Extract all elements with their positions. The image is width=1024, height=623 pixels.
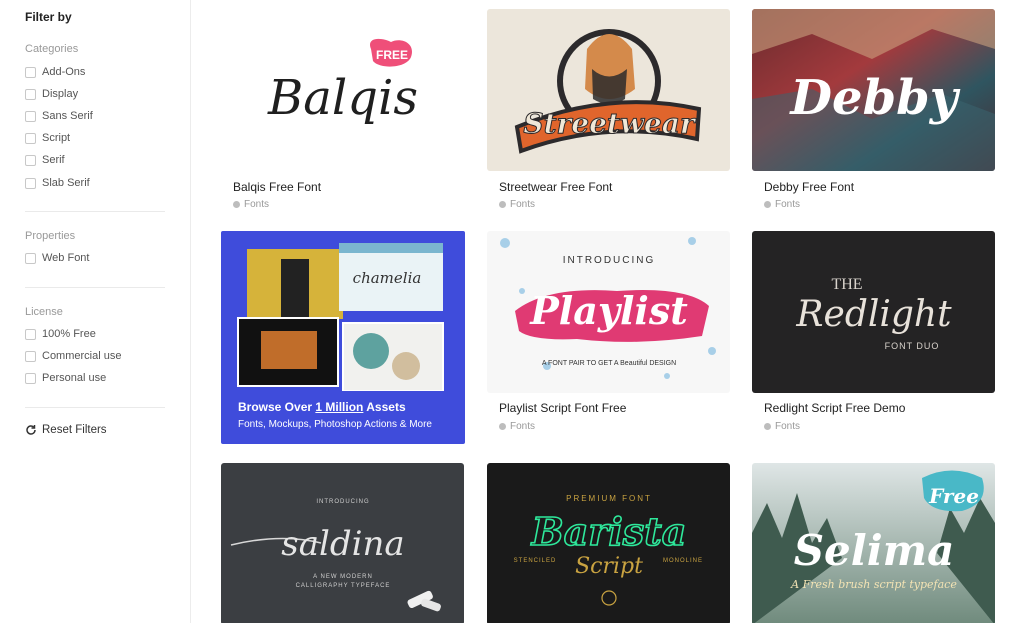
card-category[interactable]: Fonts: [233, 199, 269, 210]
card-art-text: Balqis: [267, 70, 418, 126]
card-thumbnail[interactable]: Debby: [752, 9, 995, 171]
checkbox[interactable]: [25, 110, 36, 122]
card-title[interactable]: Redlight Script Free Demo: [764, 401, 905, 415]
checkbox[interactable]: [25, 328, 36, 340]
font-card-redlight[interactable]: THE Redlight FONT DUO Redlight Script Fr…: [752, 231, 995, 432]
card-title[interactable]: Balqis Free Font: [233, 180, 321, 194]
promo-thumb-text: chamelia: [353, 269, 422, 287]
card-art-text: Barista: [531, 509, 687, 554]
filter-add-ons[interactable]: Add-Ons: [25, 65, 85, 79]
card-title[interactable]: Playlist Script Font Free: [499, 401, 626, 415]
divider: [25, 287, 165, 288]
checkbox[interactable]: [25, 66, 36, 78]
card-category[interactable]: Fonts: [764, 199, 800, 210]
card-art-bottom: A NEW MODERN: [313, 574, 373, 580]
category-dot-icon: [764, 201, 771, 208]
card-thumbnail[interactable]: INTRODUCING saldina A NEW MODERN CALLIGR…: [221, 463, 464, 623]
promo-banner[interactable]: chamelia Browse Over 1 Million Assets Fo…: [221, 231, 465, 444]
card-art-text: saldina: [281, 524, 404, 564]
checkbox[interactable]: [25, 88, 36, 100]
properties-heading: Properties: [25, 230, 76, 242]
filter-web-font[interactable]: Web Font: [25, 251, 90, 265]
font-card-barista[interactable]: PREMIUM FONT Barista STENCILED Script MO…: [487, 463, 730, 623]
promo-heading: Browse Over 1 Million Assets: [238, 400, 406, 414]
card-thumbnail[interactable]: PREMIUM FONT Barista STENCILED Script MO…: [487, 463, 730, 623]
card-thumbnail[interactable]: Streetwear: [487, 9, 730, 171]
card-art-bottom2: CALLIGRAPHY TYPEFACE: [296, 583, 391, 589]
category-dot-icon: [499, 201, 506, 208]
card-art-bottom: A FONT PAIR TO GET A Beautiful DESIGN: [542, 360, 676, 367]
card-art-text: Selima: [794, 526, 955, 575]
card-art-top: INTRODUCING: [316, 499, 369, 505]
card-thumbnail[interactable]: FREE Balqis: [221, 9, 464, 171]
card-art-text: Playlist: [529, 288, 688, 333]
filter-slab-serif[interactable]: Slab Serif: [25, 176, 90, 190]
font-card-debby[interactable]: Debby Debby Free Font Fonts: [752, 9, 995, 210]
card-art-bottom: A Fresh brush script typeface: [790, 578, 957, 591]
font-card-balqis[interactable]: FREE Balqis Balqis Free Font Fonts: [221, 9, 464, 210]
filter-sidebar: Filter by Categories Add-Ons Display San…: [0, 0, 191, 623]
category-dot-icon: [499, 423, 506, 430]
card-thumbnail[interactable]: Free Selima A Fresh brush script typefac…: [752, 463, 995, 623]
filter-title: Filter by: [25, 10, 72, 24]
card-art-left: STENCILED: [514, 558, 557, 564]
card-art-top: PREMIUM FONT: [566, 494, 652, 503]
checkbox[interactable]: [25, 372, 36, 384]
checkbox[interactable]: [25, 154, 36, 166]
card-art-bottom: FONT DUO: [885, 341, 940, 351]
font-card-saldina[interactable]: INTRODUCING saldina A NEW MODERN CALLIGR…: [221, 463, 464, 623]
filter-100-free[interactable]: 100% Free: [25, 327, 96, 341]
checkbox[interactable]: [25, 252, 36, 264]
card-art-text: Redlight: [795, 294, 952, 335]
font-card-playlist[interactable]: INTRODUCING Playlist A FONT PAIR TO GET …: [487, 231, 730, 432]
card-art-text: Debby: [788, 70, 960, 126]
card-art-top: THE: [831, 276, 862, 293]
card-art-text: Streetwear: [523, 107, 697, 140]
divider: [25, 407, 165, 408]
filter-sans-serif[interactable]: Sans Serif: [25, 109, 93, 123]
checkbox[interactable]: [25, 132, 36, 144]
divider: [25, 211, 165, 212]
card-category[interactable]: Fonts: [764, 421, 800, 432]
filter-serif[interactable]: Serif: [25, 153, 65, 167]
card-category[interactable]: Fonts: [499, 421, 535, 432]
refresh-icon: [25, 424, 37, 436]
card-thumbnail[interactable]: INTRODUCING Playlist A FONT PAIR TO GET …: [487, 231, 730, 393]
badge-text: FREE: [376, 48, 408, 62]
font-card-streetwear[interactable]: Streetwear Streetwear Free Font Fonts: [487, 9, 730, 210]
categories-heading: Categories: [25, 43, 79, 55]
category-dot-icon: [764, 423, 771, 430]
promo-subtitle: Fonts, Mockups, Photoshop Actions & More: [238, 419, 432, 430]
checkbox[interactable]: [25, 350, 36, 362]
reset-filters-button[interactable]: Reset Filters: [25, 424, 107, 436]
card-art-top: Free: [928, 484, 979, 508]
filter-display[interactable]: Display: [25, 87, 78, 101]
font-card-selima[interactable]: Free Selima A Fresh brush script typefac…: [752, 463, 995, 623]
card-art-top: INTRODUCING: [563, 255, 656, 266]
category-dot-icon: [233, 201, 240, 208]
filter-script[interactable]: Script: [25, 131, 70, 145]
card-art-sub: Script: [575, 554, 643, 579]
checkbox[interactable]: [25, 177, 36, 189]
card-title[interactable]: Debby Free Font: [764, 180, 854, 194]
promo-link[interactable]: 1 Million: [315, 400, 363, 414]
filter-personal-use[interactable]: Personal use: [25, 371, 106, 385]
filter-commercial-use[interactable]: Commercial use: [25, 349, 121, 363]
license-heading: License: [25, 306, 63, 318]
card-thumbnail[interactable]: THE Redlight FONT DUO: [752, 231, 995, 393]
card-title[interactable]: Streetwear Free Font: [499, 180, 612, 194]
card-art-right: MONOLINE: [663, 558, 703, 564]
card-category[interactable]: Fonts: [499, 199, 535, 210]
